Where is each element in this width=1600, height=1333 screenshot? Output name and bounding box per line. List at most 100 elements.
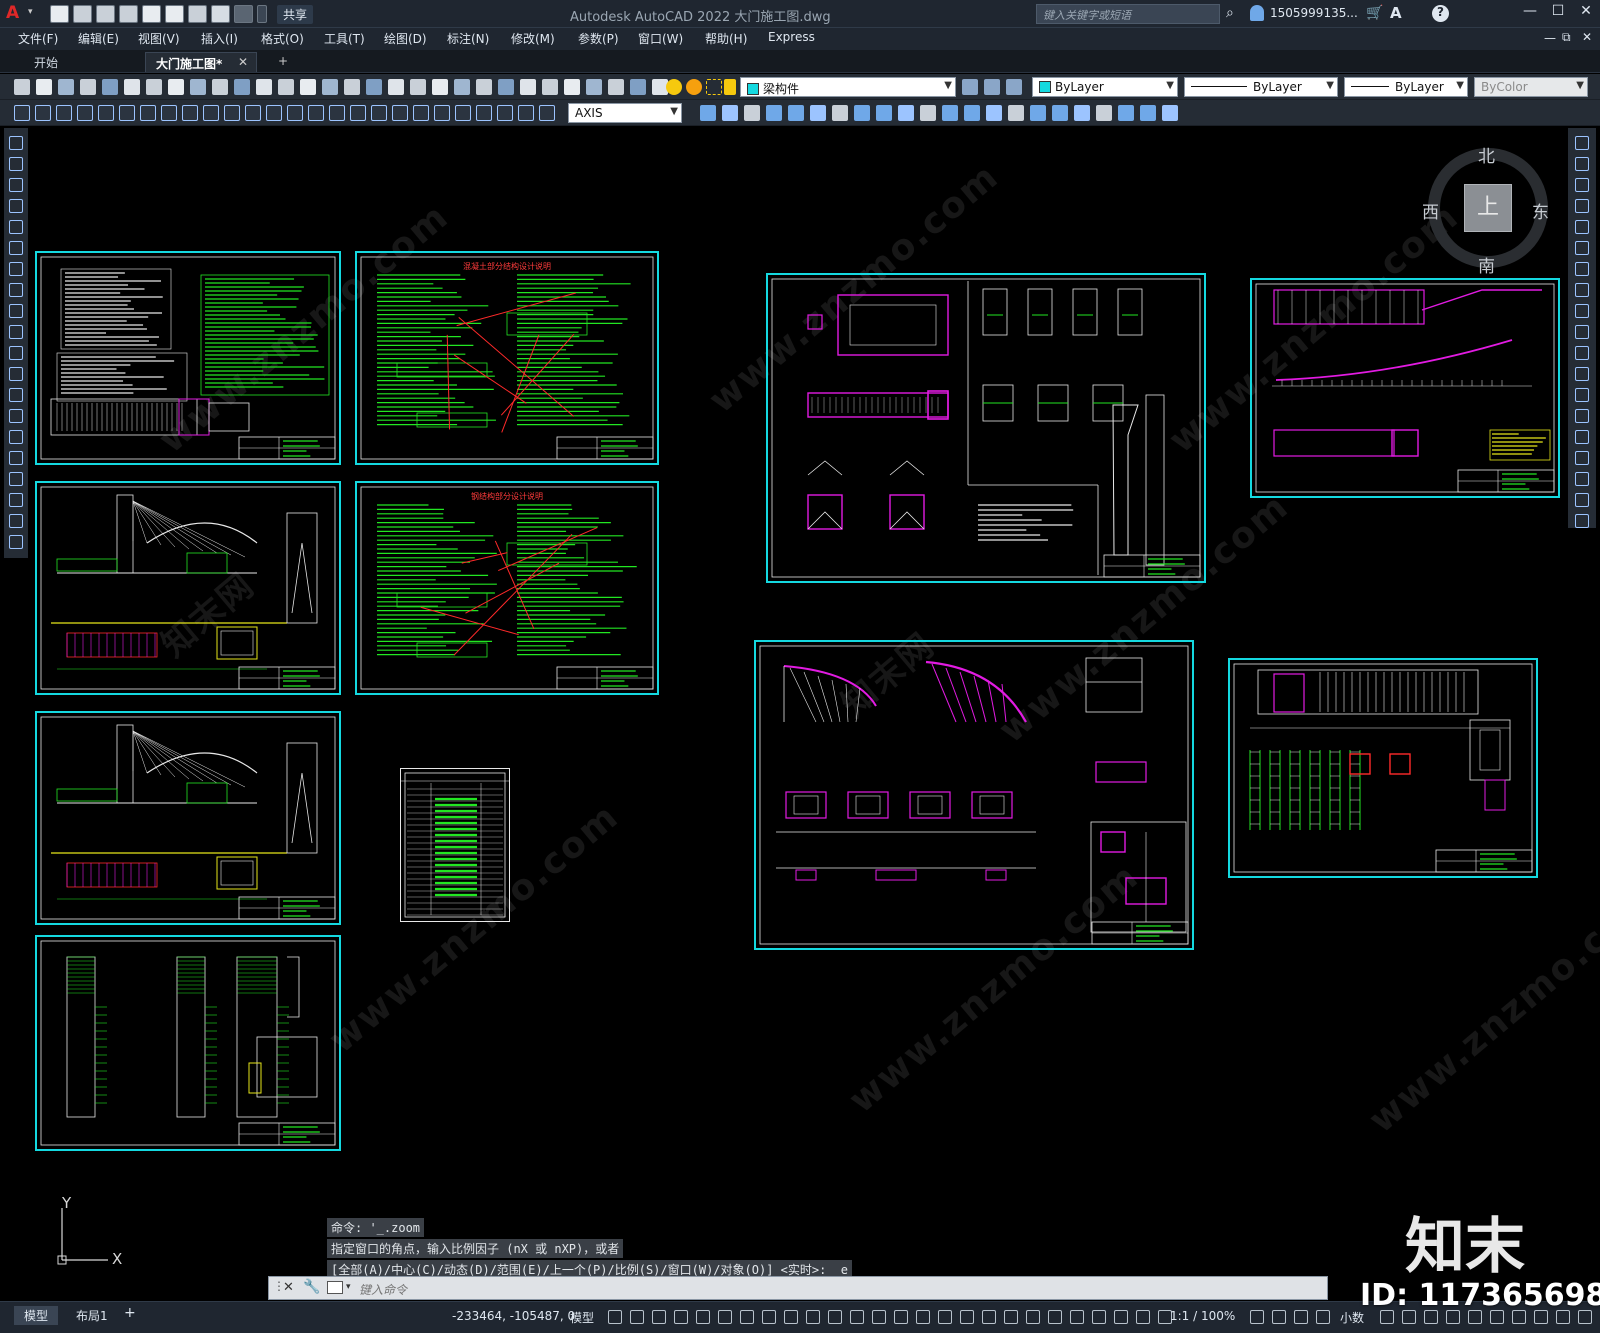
status-toggle-icon[interactable] — [718, 1310, 732, 1324]
make-current-layer-icon[interactable] — [962, 79, 978, 95]
toolbar-tool-icon[interactable] — [14, 105, 30, 121]
status-toggle-icon[interactable] — [1114, 1310, 1128, 1324]
toolbar-tool-icon[interactable] — [224, 105, 240, 121]
menu-modify[interactable]: 修改(M) — [511, 30, 555, 47]
doc-minimize-icon[interactable]: — — [1544, 31, 1556, 45]
draw-tool-icon[interactable] — [9, 367, 23, 381]
compass-north[interactable]: 北 — [1478, 142, 1495, 167]
toolbar-tool-icon[interactable] — [36, 79, 52, 95]
modify-tool-icon[interactable] — [1575, 283, 1589, 297]
status-toggle-icon[interactable] — [1092, 1310, 1106, 1324]
toolbar-tool-icon[interactable] — [1118, 105, 1134, 121]
status-toggle-icon[interactable] — [1250, 1310, 1264, 1324]
draw-tool-icon[interactable] — [9, 535, 23, 549]
toolbar-tool-icon[interactable] — [1030, 105, 1046, 121]
toolbar-tool-icon[interactable] — [140, 105, 156, 121]
toolbar-tool-icon[interactable] — [168, 79, 184, 95]
open-from-web-icon[interactable] — [142, 5, 161, 23]
sheet-sections[interactable] — [35, 935, 341, 1151]
close-tab-icon[interactable]: ✕ — [238, 55, 248, 69]
status-toggle-icon[interactable] — [1294, 1310, 1308, 1324]
linetype-dropdown[interactable]: ByLayer ▼ — [1184, 77, 1338, 97]
toolbar-tool-icon[interactable] — [190, 79, 206, 95]
recent-commands-icon[interactable] — [327, 1281, 343, 1294]
toolbar-tool-icon[interactable] — [371, 105, 387, 121]
toolbar-tool-icon[interactable] — [539, 105, 555, 121]
toolbar-tool-icon[interactable] — [234, 79, 250, 95]
modify-tool-icon[interactable] — [1575, 325, 1589, 339]
toolbar-tool-icon[interactable] — [14, 79, 30, 95]
status-toggle-icon[interactable] — [1316, 1310, 1330, 1324]
toolbar-tool-icon[interactable] — [392, 105, 408, 121]
status-toggle-icon[interactable] — [982, 1310, 996, 1324]
save-icon[interactable] — [96, 5, 115, 23]
sheet-truss-details[interactable] — [754, 640, 1194, 950]
toolbar-tool-icon[interactable] — [964, 105, 980, 121]
menu-view[interactable]: 视图(V) — [138, 30, 180, 47]
sheet-general-notes[interactable] — [35, 251, 341, 465]
drawing-canvas[interactable]: www.znzmo.com www.znzmo.com www.znzmo.co… — [32, 128, 1600, 1273]
menu-edit[interactable]: 编辑(E) — [78, 30, 119, 47]
toolbar-tool-icon[interactable] — [102, 79, 118, 95]
sheet-gate-details[interactable] — [1228, 658, 1538, 878]
toolbar-tool-icon[interactable] — [182, 105, 198, 121]
autocad-logo-icon[interactable]: A — [6, 3, 19, 23]
modify-tool-icon[interactable] — [1575, 367, 1589, 381]
toolbar-tool-icon[interactable] — [854, 105, 870, 121]
toolbar-tool-icon[interactable] — [454, 79, 470, 95]
status-toggle-icon[interactable] — [1004, 1310, 1018, 1324]
save-as-icon[interactable] — [119, 5, 138, 23]
toolbar-tool-icon[interactable] — [35, 105, 51, 121]
toolbar-tool-icon[interactable] — [1096, 105, 1112, 121]
search-icon[interactable]: ⌕ — [1226, 5, 1234, 21]
menu-format[interactable]: 格式(O) — [261, 30, 304, 47]
toolbar-tool-icon[interactable] — [245, 105, 261, 121]
menu-insert[interactable]: 插入(I) — [201, 30, 238, 47]
menu-draw[interactable]: 绘图(D) — [384, 30, 427, 47]
tab-drawing[interactable]: 大门施工图* ✕ — [145, 52, 257, 72]
toolbar-tool-icon[interactable] — [98, 105, 114, 121]
toolbar-tool-icon[interactable] — [1008, 105, 1024, 121]
toolbar-tool-icon[interactable] — [256, 79, 272, 95]
toolbar-tool-icon[interactable] — [146, 79, 162, 95]
toolbar-tool-icon[interactable] — [586, 79, 602, 95]
toolbar-tool-icon[interactable] — [788, 105, 804, 121]
draw-tool-icon[interactable] — [9, 262, 23, 276]
modify-tool-icon[interactable] — [1575, 136, 1589, 150]
menu-window[interactable]: 窗口(W) — [638, 30, 683, 47]
status-toggle-icon[interactable] — [1026, 1310, 1040, 1324]
plotstyle-dropdown[interactable]: ByColor ▼ — [1474, 77, 1588, 97]
toolbar-tool-icon[interactable] — [766, 105, 782, 121]
toolbar-tool-icon[interactable] — [344, 79, 360, 95]
status-toggle-icon[interactable] — [916, 1310, 930, 1324]
status-toggle-icon[interactable] — [784, 1310, 798, 1324]
status-toggle-icon[interactable] — [1272, 1310, 1286, 1324]
toolbar-tool-icon[interactable] — [1140, 105, 1156, 121]
toolbar-tool-icon[interactable] — [832, 105, 848, 121]
close-command-line-icon[interactable]: ✕ — [283, 1280, 294, 1295]
plot-icon[interactable] — [188, 5, 207, 23]
toolbar-tool-icon[interactable] — [366, 79, 382, 95]
toolbar-tool-icon[interactable] — [56, 105, 72, 121]
toolbar-tool-icon[interactable] — [520, 79, 536, 95]
layer-on-icon[interactable] — [666, 79, 682, 95]
annotation-scale[interactable]: 1:1 / 100% — [1170, 1309, 1235, 1323]
color-dropdown[interactable]: ByLayer ▼ — [1032, 77, 1178, 97]
sheet-index-table[interactable] — [400, 768, 510, 922]
modify-tool-icon[interactable] — [1575, 241, 1589, 255]
toolbar-tool-icon[interactable] — [350, 105, 366, 121]
toolbar-tool-icon[interactable] — [322, 79, 338, 95]
toolbar-tool-icon[interactable] — [287, 105, 303, 121]
customize-wrench-icon[interactable]: 🔧 — [303, 1279, 320, 1295]
toolbar-tool-icon[interactable] — [722, 105, 738, 121]
cart-icon[interactable]: 🛒 — [1366, 5, 1383, 21]
modify-tool-icon[interactable] — [1575, 388, 1589, 402]
menu-dimension[interactable]: 标注(N) — [447, 30, 489, 47]
minimize-button[interactable]: — — [1518, 3, 1542, 23]
layer-vp-icon[interactable] — [706, 79, 722, 95]
undo-icon[interactable] — [211, 5, 230, 23]
modify-tool-icon[interactable] — [1575, 514, 1589, 528]
status-toggle-icon[interactable] — [674, 1310, 688, 1324]
draw-tool-icon[interactable] — [9, 493, 23, 507]
model-layout-tab[interactable]: 模型 — [14, 1306, 59, 1325]
